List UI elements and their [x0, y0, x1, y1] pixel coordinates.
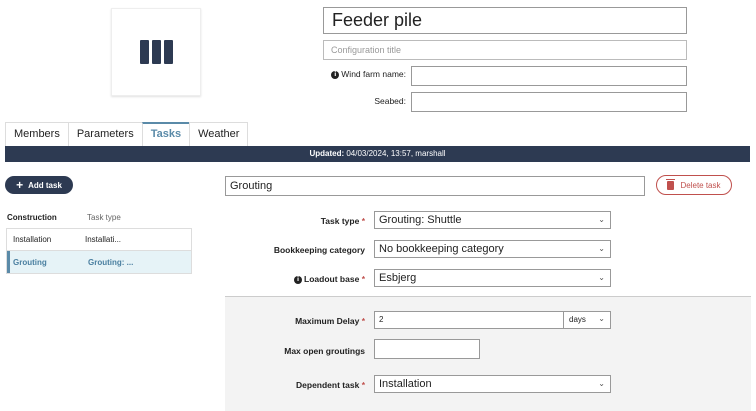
task-list-item-selected[interactable]: Grouting Grouting: ... [7, 251, 191, 273]
logo-bar [151, 40, 161, 64]
task-type: Grouting: ... [88, 257, 134, 267]
updated-status-bar: Updated: 04/03/2024, 13:57, marshall [5, 146, 750, 162]
delay-unit-value: days [569, 315, 586, 324]
bookkeeping-category-label: Bookkeeping category [273, 245, 365, 255]
wind-farm-label: i Wind farm name: [300, 69, 406, 79]
tab-weather[interactable]: Weather [189, 122, 249, 146]
loadout-base-select[interactable]: Esbjerg ⌄ [374, 269, 611, 287]
column-header-task-type: Task type [87, 213, 121, 222]
tab-bar: Members Parameters Tasks Weather [5, 122, 249, 146]
chevron-down-icon: ⌄ [598, 314, 605, 323]
maximum-delay-input[interactable]: 2 [374, 311, 564, 329]
chevron-down-icon: ⌄ [598, 244, 605, 253]
seabed-label: Seabed: [374, 96, 406, 106]
bookkeeping-category-value: No bookkeeping category [379, 243, 504, 255]
task-type-select[interactable]: Grouting: Shuttle ⌄ [374, 211, 611, 229]
task-name-input[interactable]: Grouting [225, 176, 645, 196]
dependent-task-select[interactable]: Installation ⌄ [374, 375, 611, 393]
plus-icon: + [16, 178, 24, 192]
tab-tasks[interactable]: Tasks [141, 122, 191, 146]
task-type: Installati... [85, 235, 122, 244]
delete-task-button[interactable]: Delete task [656, 175, 732, 195]
app-logo [111, 8, 201, 96]
tab-parameters[interactable]: Parameters [67, 122, 143, 146]
wind-farm-label-text: Wind farm name: [341, 69, 406, 79]
chevron-down-icon: ⌄ [598, 215, 605, 224]
dependent-task-label: Dependent task * [296, 380, 365, 390]
task-type-value: Grouting: Shuttle [379, 214, 462, 226]
task-type-label: Task type * [320, 216, 365, 226]
chevron-down-icon: ⌄ [598, 273, 605, 282]
configuration-title-input[interactable] [323, 40, 687, 60]
delete-task-label: Delete task [680, 180, 721, 190]
delay-unit-select[interactable]: days ⌄ [563, 311, 611, 329]
loadout-base-label: i Loadout base * [235, 274, 365, 284]
bookkeeping-category-select[interactable]: No bookkeeping category ⌄ [374, 240, 611, 258]
dependent-task-value: Installation [379, 378, 432, 390]
max-open-groutings-label: Max open groutings [284, 346, 365, 356]
info-icon: i [331, 70, 340, 79]
seabed-input[interactable] [411, 92, 687, 112]
add-task-label: Add task [28, 180, 62, 190]
trash-icon [666, 178, 676, 190]
loadout-base-value: Esbjerg [379, 272, 417, 284]
logo-bar [163, 40, 173, 64]
updated-value: 04/03/2024, 13:57, marshall [346, 149, 446, 158]
logo-bar [139, 40, 149, 64]
configuration-name-input[interactable] [323, 7, 687, 34]
updated-label: Updated: [309, 149, 345, 158]
maximum-delay-label: Maximum Delay * [295, 316, 365, 326]
tab-members[interactable]: Members [5, 122, 69, 146]
task-list: Installation Installati... Grouting Grou… [6, 228, 192, 274]
add-task-button[interactable]: + Add task [5, 176, 73, 194]
task-list-item[interactable]: Installation Installati... [7, 229, 191, 251]
chevron-down-icon: ⌄ [598, 379, 605, 388]
wind-farm-name-input[interactable] [411, 66, 687, 86]
max-open-groutings-input[interactable] [374, 339, 480, 359]
info-icon: i [294, 275, 303, 284]
task-name: Grouting [13, 257, 47, 267]
column-header-construction: Construction [7, 213, 57, 222]
task-name: Installation [13, 235, 52, 244]
